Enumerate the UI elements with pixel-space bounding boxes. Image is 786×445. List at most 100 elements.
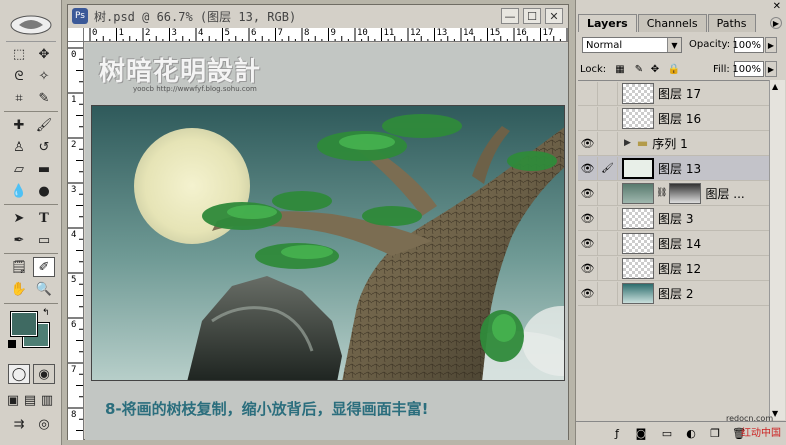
link-toggle[interactable]	[598, 231, 618, 255]
notes-tool-icon[interactable]: 🗒	[8, 257, 30, 277]
link-toggle[interactable]	[598, 131, 618, 155]
layer-group-row[interactable]: 👁 ▶ ▬ 序列 1	[578, 131, 769, 156]
eye-icon[interactable]: 👁	[578, 256, 598, 280]
expand-triangle-icon[interactable]: ▶	[624, 138, 631, 148]
link-toggle[interactable]	[598, 256, 618, 280]
ruler-tick-label: 9	[330, 28, 336, 38]
adjustment-layer-icon[interactable]: ◐	[684, 426, 698, 440]
pine-tree-painting[interactable]	[91, 105, 565, 381]
layer-row[interactable]: 👁 图层 2	[578, 281, 769, 306]
lock-position-icon[interactable]: ✥	[649, 63, 661, 75]
path-selection-tool-icon[interactable]: ➤	[8, 208, 30, 228]
standard-screen-mode-icon[interactable]: ▣	[5, 390, 21, 410]
crop-tool-icon[interactable]: ⌗	[8, 88, 30, 108]
magic-wand-tool-icon[interactable]: ✧	[33, 66, 55, 86]
standard-mode-icon[interactable]: ◯	[8, 364, 30, 384]
eraser-tool-icon[interactable]: ▱	[8, 159, 30, 179]
brush-icon[interactable]: 🖌	[598, 156, 618, 180]
eye-icon[interactable]: 👁	[578, 231, 598, 255]
fill-field[interactable]: 100%	[732, 61, 764, 77]
panel-menu-icon[interactable]: ▶	[770, 17, 782, 29]
tab-paths[interactable]: Paths	[707, 14, 756, 32]
ruler-vertical[interactable]: 0 1 2 3 4 5 6 7 8	[68, 42, 84, 440]
eye-icon[interactable]: 👁	[578, 156, 598, 180]
opacity-slider-button[interactable]: ▶	[765, 37, 777, 53]
lasso-tool-icon[interactable]: ᘓ	[8, 66, 30, 86]
new-set-icon[interactable]: ▭	[660, 426, 674, 440]
pen-tool-icon[interactable]: ✒	[8, 230, 30, 250]
lock-all-icon[interactable]: 🔒	[668, 63, 680, 75]
full-screen-menu-mode-icon[interactable]: ▤	[22, 390, 38, 410]
layer-name: 图层 17	[658, 86, 702, 101]
clone-stamp-tool-icon[interactable]: ♙	[8, 137, 30, 157]
move-tool-icon[interactable]: ✥	[33, 44, 55, 64]
panel-tabs: Layers Channels Paths	[578, 14, 785, 32]
layer-row[interactable]: 👁 ⛓ 图层 ...	[578, 181, 769, 206]
minimize-button[interactable]: —	[501, 8, 519, 24]
link-toggle[interactable]	[598, 181, 618, 205]
ruler-tick-label: 5	[224, 28, 230, 38]
ruler-origin[interactable]	[68, 28, 84, 42]
dodge-tool-icon[interactable]: ●	[33, 181, 55, 201]
slice-tool-icon[interactable]: ✎	[33, 88, 55, 108]
fill-slider-button[interactable]: ▶	[765, 61, 777, 77]
jump-to-imageready-icon[interactable]: ⇉	[8, 414, 30, 434]
ruler-tick-label: 4	[198, 28, 204, 38]
add-mask-icon[interactable]: ◙	[634, 426, 648, 440]
layer-row[interactable]: 图层 16	[578, 106, 769, 131]
quick-mask-mode-icon[interactable]: ◉	[33, 364, 55, 384]
layer-row[interactable]: 👁 图层 3	[578, 206, 769, 231]
photoshop-feather-icon[interactable]	[6, 8, 56, 42]
layer-row[interactable]: 👁 图层 12	[578, 256, 769, 281]
layer-row[interactable]: 图层 17	[578, 81, 769, 106]
link-toggle[interactable]	[598, 106, 618, 130]
imageready-icon[interactable]: ◎	[33, 414, 55, 434]
eyedropper-tool-icon[interactable]: ✐	[33, 257, 55, 277]
full-screen-mode-icon[interactable]: ▥	[39, 390, 55, 410]
visibility-toggle[interactable]	[578, 106, 598, 130]
panel-titlebar[interactable]: ✕	[576, 0, 786, 14]
tab-channels[interactable]: Channels	[637, 14, 707, 32]
close-button[interactable]: ✕	[545, 8, 563, 24]
tab-layers[interactable]: Layers	[578, 14, 637, 32]
canvas-area[interactable]: 树暗花明設計 yoocb http://wwwfyf.blog.sohu.com	[85, 43, 568, 440]
maximize-button[interactable]: ☐	[523, 8, 541, 24]
swap-colors-icon[interactable]: ↰	[42, 308, 50, 318]
eye-icon[interactable]: 👁	[578, 131, 598, 155]
history-brush-tool-icon[interactable]: ↺	[33, 137, 55, 157]
healing-brush-tool-icon[interactable]: ✚	[8, 115, 30, 135]
lock-transparency-icon[interactable]: ▦	[614, 63, 626, 75]
eye-icon[interactable]: 👁	[578, 206, 598, 230]
gradient-tool-icon[interactable]: ▬	[33, 159, 55, 179]
layer-row[interactable]: 👁 图层 14	[578, 231, 769, 256]
ruler-horizontal[interactable]: 0123456789101112131415161718	[84, 28, 568, 42]
link-toggle[interactable]	[598, 206, 618, 230]
ruler-tick-label: 6	[71, 320, 77, 330]
new-layer-icon[interactable]: ❐	[708, 426, 722, 440]
document-titlebar[interactable]: Ps 树.psd @ 66.7% (图层 13, RGB)	[68, 5, 568, 27]
layer-mask-thumbnail[interactable]	[669, 182, 702, 204]
blend-mode-select[interactable]: Normal ▼	[582, 37, 682, 53]
visibility-toggle[interactable]	[578, 81, 598, 105]
layer-list-scrollbar[interactable]: ▲ ▼	[769, 80, 785, 420]
link-toggle[interactable]	[598, 281, 618, 305]
panel-close-icon[interactable]: ✕	[773, 1, 781, 12]
rectangle-tool-icon[interactable]: ▭	[33, 230, 55, 250]
marquee-tool-icon[interactable]: ⬚	[8, 44, 30, 64]
opacity-field[interactable]: 100%	[732, 37, 764, 53]
layer-style-icon[interactable]: ƒ	[610, 426, 624, 440]
zoom-tool-icon[interactable]: 🔍	[33, 279, 55, 299]
link-toggle[interactable]	[598, 81, 618, 105]
lock-image-icon[interactable]: ✎	[633, 63, 645, 75]
eye-icon[interactable]: 👁	[578, 181, 598, 205]
watermark-url: yoocb http://wwwfyf.blog.sohu.com	[133, 85, 257, 93]
blur-tool-icon[interactable]: 💧	[8, 181, 30, 201]
default-colors-icon[interactable]	[8, 340, 16, 348]
brush-tool-icon[interactable]: 🖌	[33, 115, 55, 135]
hand-tool-icon[interactable]: ✋	[8, 279, 30, 299]
type-tool-icon[interactable]: T	[33, 208, 55, 228]
scroll-up-icon[interactable]: ▲	[772, 82, 778, 91]
foreground-color-swatch[interactable]	[10, 311, 38, 337]
layer-row-selected[interactable]: 👁 🖌 图层 13	[578, 156, 769, 181]
eye-icon[interactable]: 👁	[578, 281, 598, 305]
